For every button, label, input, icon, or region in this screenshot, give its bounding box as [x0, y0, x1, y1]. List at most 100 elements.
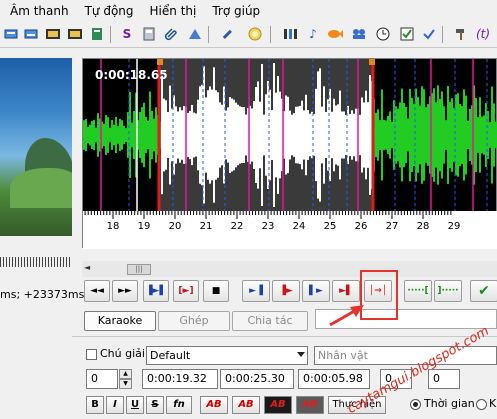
waveform-bar: [463, 89, 465, 181]
waveform-bar: [145, 116, 147, 154]
waveform-bar: [303, 110, 305, 160]
check-icon[interactable]: [420, 25, 438, 43]
waveform-bar: [139, 111, 141, 159]
italic-button[interactable]: I: [106, 396, 124, 414]
prev-line-button[interactable]: ◄◄: [84, 280, 110, 302]
waveform-bar: [321, 106, 323, 164]
sign-icon[interactable]: [88, 25, 106, 43]
underline-button[interactable]: U: [126, 396, 144, 414]
tools-icon[interactable]: [218, 25, 236, 43]
waveform-bar: [295, 106, 297, 164]
waveform-bar: [333, 98, 335, 172]
waveform-bar: [459, 103, 461, 167]
waveform-bar: [215, 90, 217, 180]
music-note-icon[interactable]: ♪: [304, 25, 322, 43]
duration-field[interactable]: 0:00:05.98: [298, 369, 370, 389]
timing-icon[interactable]: [282, 25, 300, 43]
waveform-bar: [489, 122, 491, 148]
group-icon[interactable]: [350, 25, 368, 43]
menu-tro-giup[interactable]: Trợ giúp: [204, 0, 268, 22]
waveform-bar: [291, 114, 293, 156]
bold-button[interactable]: B: [86, 396, 104, 414]
hammer-icon[interactable]: [452, 25, 470, 43]
subtitle-alt-icon[interactable]: [22, 25, 40, 43]
waveform-bar: [255, 87, 257, 183]
waveform-bar: [397, 108, 399, 162]
shapes-icon[interactable]: [186, 25, 204, 43]
font-button[interactable]: fn: [166, 396, 192, 414]
function-icon[interactable]: (t): [474, 25, 492, 43]
play-begin-button[interactable]: ▐►: [272, 280, 300, 302]
ruler-label: 27: [386, 221, 399, 232]
subtitle-icon[interactable]: [2, 25, 20, 43]
video-preview[interactable]: [0, 58, 72, 236]
film-icon[interactable]: [44, 25, 62, 43]
go-to-end-button[interactable]: ]·····: [434, 280, 462, 302]
audio-waveform[interactable]: 18 19 20 21 22 23 24 25 26 27 28 29 0:00:18.65: [82, 58, 497, 249]
layer-up-icon[interactable]: ▲: [119, 369, 132, 379]
margin-right-field[interactable]: 0: [428, 369, 460, 389]
play-before-button[interactable]: ►▐: [242, 280, 270, 302]
tab-ghep[interactable]: Ghép: [158, 311, 230, 331]
tab-chia-tac[interactable]: Chia tác: [232, 311, 308, 331]
commit-icon: ✔: [478, 283, 490, 299]
waveform-bar: [461, 106, 463, 164]
go-to-start-icon: ·····[: [407, 286, 429, 296]
waveform-scrollbar[interactable]: ◄ |||: [82, 261, 497, 277]
play-begin-icon: ▐►: [279, 286, 293, 296]
waveform-canvas: 18 19 20 21 22 23 24 25 26 27 28 29: [83, 59, 497, 249]
video-seek-bar[interactable]: [0, 257, 72, 267]
waveform-bar: [299, 105, 301, 165]
style-select[interactable]: Default: [146, 346, 308, 365]
menu-tu-dong[interactable]: Tự động: [77, 0, 142, 22]
stop-button[interactable]: ■: [203, 280, 229, 302]
tab-karaoke[interactable]: Karaoke: [84, 311, 156, 331]
waveform-bar: [187, 112, 189, 158]
waveform-bar: [221, 104, 223, 166]
menu-am-thanh[interactable]: Âm thanh: [0, 0, 77, 22]
style-value: Default: [150, 349, 191, 362]
start-time-field[interactable]: 0:00:19.32: [142, 369, 218, 389]
commit-button[interactable]: ✔: [470, 280, 497, 302]
clock-icon[interactable]: [374, 25, 392, 43]
menu-hien-thi[interactable]: Hiển thị: [142, 0, 205, 22]
comment-checkbox[interactable]: [86, 349, 97, 360]
waveform-bar: [273, 63, 275, 207]
go-to-start-button[interactable]: ·····[: [404, 280, 432, 302]
waveform-bar: [219, 102, 221, 168]
calculator-icon[interactable]: [140, 25, 158, 43]
shadow-color-button[interactable]: AB: [296, 396, 324, 414]
style-icon[interactable]: S: [118, 25, 136, 43]
waveform-bar: [133, 111, 135, 159]
layer-down-icon[interactable]: ▼: [119, 379, 132, 389]
scroll-left-icon[interactable]: ◄: [84, 263, 90, 272]
play-selection-button[interactable]: ▐►▌: [143, 280, 169, 302]
waveform-bar: [195, 113, 197, 157]
secondary-color-button[interactable]: AB: [232, 396, 260, 414]
primary-color-button[interactable]: AB: [200, 396, 228, 414]
scroll-thumb[interactable]: |||: [127, 264, 151, 275]
waveform-bar: [443, 106, 445, 164]
waveform-bar: [387, 115, 389, 155]
play-current-line-button[interactable]: [►]: [173, 280, 199, 302]
waveform-bar: [309, 113, 311, 157]
strikeout-button[interactable]: S: [146, 396, 164, 414]
attach-icon[interactable]: [162, 25, 180, 43]
layer-field[interactable]: 0: [86, 369, 118, 389]
waveform-bar: [447, 86, 449, 184]
end-time-field[interactable]: 0:00:25.30: [220, 369, 294, 389]
waveform-bar: [331, 111, 333, 159]
ruler-label: 23: [262, 221, 275, 232]
radio-time[interactable]: [410, 399, 421, 410]
film-alt-icon[interactable]: [66, 25, 84, 43]
outline-color-button[interactable]: AB: [264, 396, 292, 414]
sun-icon[interactable]: [246, 25, 264, 43]
checkbox-icon[interactable]: [398, 25, 416, 43]
waveform-bar: [211, 89, 213, 181]
fish-icon[interactable]: [326, 25, 344, 43]
next-line-button[interactable]: ►►: [112, 280, 138, 302]
waveform-bar: [427, 104, 429, 166]
waveform-bar: [335, 105, 337, 165]
radio-k[interactable]: [476, 399, 487, 410]
waveform-bar: [167, 112, 169, 158]
